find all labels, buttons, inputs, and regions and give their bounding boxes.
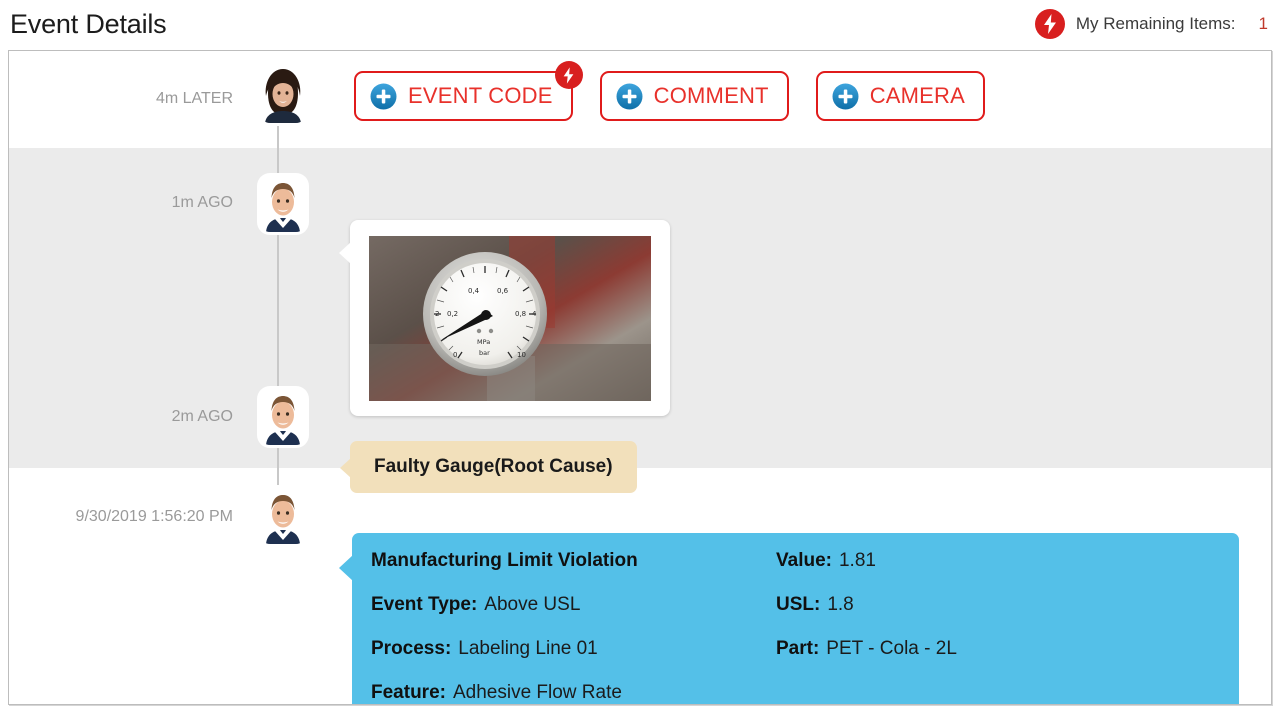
camera-button[interactable]: CAMERA	[815, 71, 986, 121]
timeline-connector	[277, 233, 279, 413]
detail-column-right: Value: 1.81 USL: 1.8 Part: PET - Cola - …	[776, 551, 1176, 704]
avatar-male	[260, 389, 306, 445]
svg-text:MPa: MPa	[477, 338, 490, 346]
svg-text:0,2: 0,2	[447, 310, 458, 318]
photo-card[interactable]: 0,4 0,6 0,2 0,8 2 4 0 10 MPa bar	[339, 220, 670, 416]
detail-key: Part:	[776, 638, 820, 659]
detail-key: Value:	[776, 550, 832, 571]
detail-key: Feature:	[371, 682, 446, 703]
detail-column-left: Manufacturing Limit Violation Event Type…	[371, 551, 776, 704]
avatar-male	[260, 176, 306, 232]
svg-text:10: 10	[517, 351, 526, 359]
detail-value: 1.8	[827, 594, 854, 615]
detail-row-feature: Feature: Adhesive Flow Rate	[371, 682, 776, 704]
comment-label: COMMENT	[653, 83, 769, 108]
timeline-entry-photo: 1m AGO	[9, 195, 1271, 211]
pressure-gauge-photo: 0,4 0,6 0,2 0,8 2 4 0 10 MPa bar	[369, 236, 651, 401]
svg-text:0,8: 0,8	[515, 310, 526, 318]
page-title: Event Details	[10, 8, 167, 39]
remaining-items-label: My Remaining Items:	[1075, 14, 1236, 33]
svg-text:4: 4	[532, 310, 537, 318]
remaining-items-count: 1	[1258, 14, 1268, 33]
lightning-bolt-icon	[554, 61, 583, 89]
detail-title: Manufacturing Limit Violation	[371, 550, 638, 571]
remaining-items-widget: My Remaining Items: 1	[1034, 9, 1268, 39]
detail-value: Above USL	[484, 594, 581, 615]
event-code-label: EVENT CODE	[408, 83, 553, 108]
comment-text: Faulty Gauge(Root Cause)	[374, 456, 613, 477]
detail-row-event-type: Event Type: Above USL	[371, 595, 776, 639]
detail-value: Adhesive Flow Rate	[452, 682, 622, 703]
timeline-timestamp: 9/30/2019 1:56:20 PM	[75, 508, 233, 525]
plus-circle-icon	[370, 83, 397, 110]
plus-circle-icon	[832, 83, 859, 110]
svg-text:bar: bar	[479, 349, 490, 357]
page-header: Event Details My Remaining Items: 1	[0, 0, 1280, 48]
detail-value: 1.81	[838, 550, 876, 571]
event-code-button[interactable]: EVENT CODE	[354, 61, 583, 121]
comment-button[interactable]: COMMENT	[599, 71, 789, 121]
svg-text:2: 2	[435, 310, 439, 318]
detail-value: PET - Cola - 2L	[826, 638, 957, 659]
timeline-timestamp: 1m AGO	[171, 194, 233, 211]
comment-bubble[interactable]: Faulty Gauge(Root Cause)	[340, 441, 637, 493]
detail-key: Process:	[371, 638, 452, 659]
detail-key: USL:	[776, 594, 821, 615]
detail-columns: Manufacturing Limit Violation Event Type…	[371, 551, 1239, 704]
detail-row-value: Value: 1.81	[776, 551, 1176, 595]
detail-title-row: Manufacturing Limit Violation	[371, 551, 776, 595]
timeline-entry-comment: 2m AGO	[9, 409, 1271, 425]
detail-row-process: Process: Labeling Line 01	[371, 639, 776, 683]
svg-text:0,4: 0,4	[468, 287, 480, 295]
plus-circle-icon	[616, 83, 643, 110]
timeline-timestamp: 4m LATER	[155, 90, 233, 107]
svg-text:0: 0	[453, 351, 457, 359]
detail-value: Labeling Line 01	[458, 638, 598, 659]
timeline-timestamp: 2m AGO	[171, 408, 233, 425]
svg-text:0,6: 0,6	[497, 287, 509, 295]
avatar-male	[260, 488, 306, 544]
avatar-female	[260, 67, 306, 123]
event-detail-card[interactable]: Manufacturing Limit Violation Event Type…	[339, 533, 1239, 704]
detail-row-usl: USL: 1.8	[776, 595, 1176, 639]
camera-label: CAMERA	[869, 83, 966, 108]
timeline-entry-detail: 9/30/2019 1:56:20 PM	[9, 509, 1271, 525]
action-button-group: EVENT CODE COMMENT CAMERA	[354, 61, 986, 121]
lightning-bolt-icon	[1034, 9, 1065, 39]
detail-row-part: Part: PET - Cola - 2L	[776, 639, 1176, 683]
event-details-panel: 4m LATER EVENT CODE COMMENT CAMERA 1m AG…	[8, 50, 1272, 705]
detail-key: Event Type:	[371, 594, 478, 615]
